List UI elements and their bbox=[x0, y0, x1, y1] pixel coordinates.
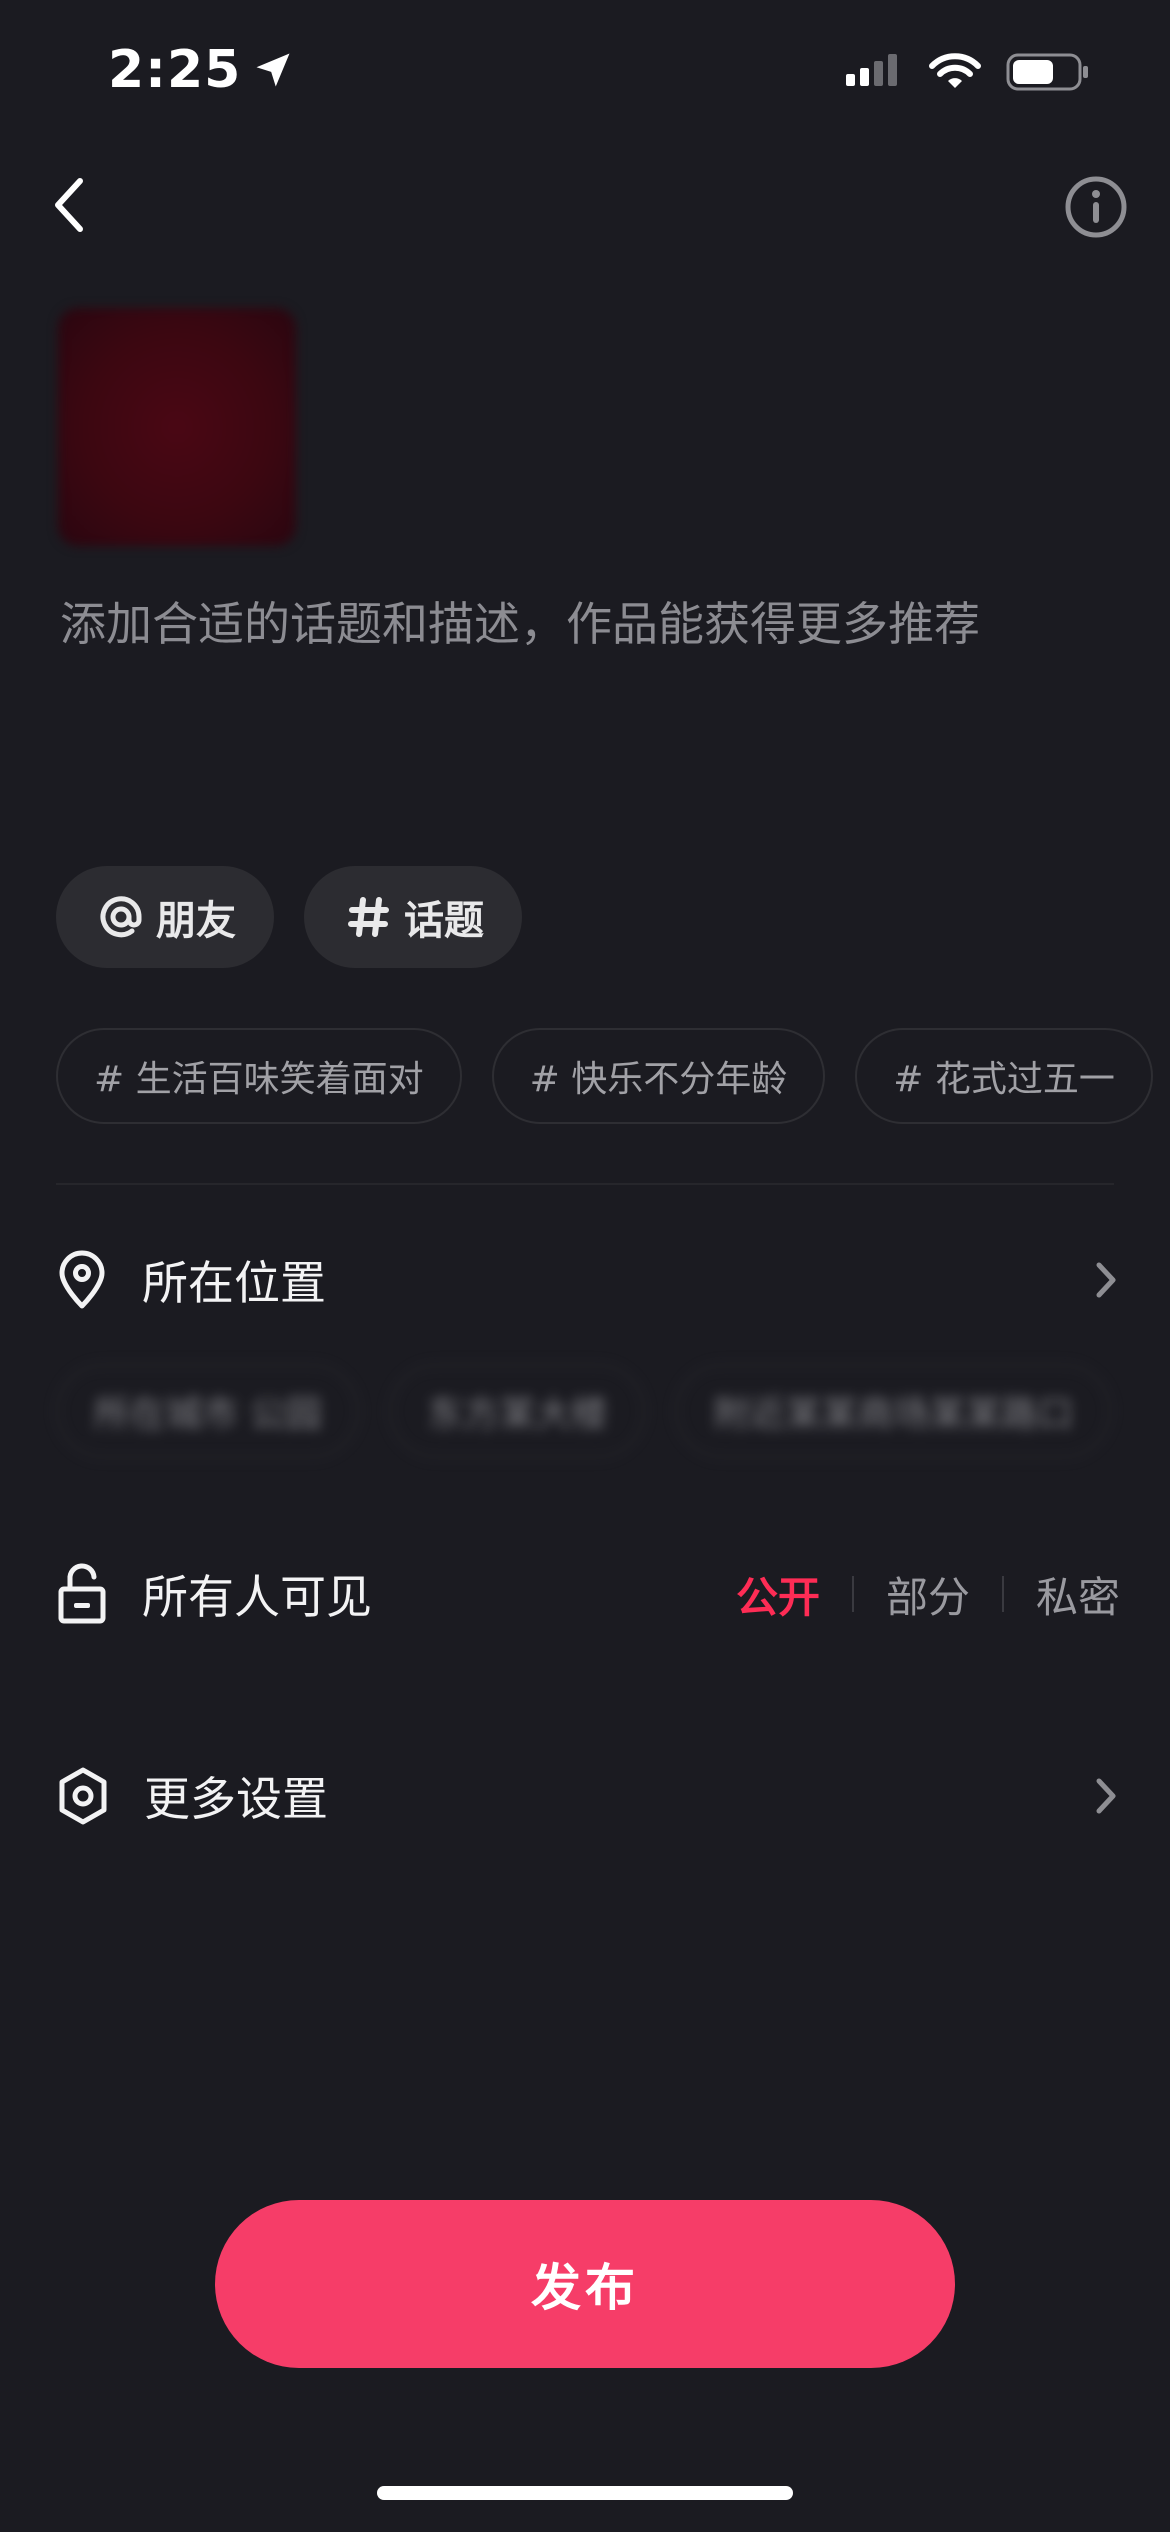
chevron-left-icon bbox=[55, 178, 83, 232]
location-arrow-icon bbox=[256, 53, 290, 87]
chevron-right-icon bbox=[1096, 1262, 1116, 1298]
wifi-icon bbox=[929, 53, 981, 88]
at-icon bbox=[100, 896, 142, 938]
info-icon bbox=[1065, 176, 1127, 238]
option-separator bbox=[1001, 1576, 1004, 1612]
action-chip-row: 朋友 话题 bbox=[56, 866, 522, 968]
location-suggestion-row: 所在城市 公园 东方某大楼 附近某某商场某某路口 bbox=[56, 1364, 1112, 1458]
add-topic-label: 话题 bbox=[404, 898, 484, 944]
location-label: 所在位置 bbox=[142, 1256, 326, 1310]
time-label: 2:25 bbox=[108, 40, 242, 100]
add-topic-button[interactable]: 话题 bbox=[304, 866, 522, 968]
visibility-options: 公开 部分 私密 bbox=[736, 1564, 1120, 1625]
location-suggestion-chip[interactable]: 附近某某商场某某路口 bbox=[675, 1364, 1112, 1458]
visibility-partial-option[interactable]: 部分 bbox=[886, 1564, 970, 1625]
unlock-icon bbox=[58, 1563, 106, 1624]
topic-chip[interactable]: # 花式过五一 bbox=[855, 1028, 1153, 1124]
status-bar-icons bbox=[844, 52, 1090, 92]
suggested-topic-row: # 生活百味笑着面对 # 快乐不分年龄 # 花式过五一 bbox=[56, 1028, 1153, 1124]
publish-button[interactable]: 发布 bbox=[215, 2200, 955, 2368]
visibility-private-option[interactable]: 私密 bbox=[1036, 1564, 1120, 1625]
cellular-signal-icon bbox=[846, 54, 897, 86]
topic-chip[interactable]: # 生活百味笑着面对 bbox=[56, 1028, 462, 1124]
settings-hexagon-icon bbox=[59, 1767, 107, 1825]
description-input[interactable]: 添加合适的话题和描述，作品能获得更多推荐 bbox=[60, 592, 1110, 656]
location-pin-icon bbox=[59, 1250, 105, 1309]
location-suggestion-chip[interactable]: 所在城市 公园 bbox=[56, 1364, 360, 1458]
chevron-right-icon bbox=[1096, 1778, 1116, 1814]
battery-icon bbox=[1006, 53, 1088, 91]
topic-chip[interactable]: # 快乐不分年龄 bbox=[491, 1028, 826, 1124]
back-button[interactable] bbox=[40, 170, 100, 240]
location-row[interactable]: 所在位置 bbox=[56, 1248, 1120, 1312]
more-settings-label: 更多设置 bbox=[144, 1772, 328, 1826]
visibility-public-option[interactable]: 公开 bbox=[736, 1564, 820, 1625]
location-suggestion-chip[interactable]: 东方某大楼 bbox=[389, 1364, 646, 1458]
hashtag-icon bbox=[348, 897, 389, 937]
mention-friends-button[interactable]: 朋友 bbox=[56, 866, 274, 968]
home-indicator bbox=[377, 2486, 793, 2500]
visibility-label: 所有人可见 bbox=[142, 1570, 372, 1624]
more-settings-row[interactable]: 更多设置 bbox=[56, 1764, 1120, 1828]
section-divider bbox=[56, 1183, 1114, 1185]
status-bar-time: 2:25 bbox=[108, 40, 295, 100]
option-separator bbox=[851, 1576, 854, 1612]
cover-thumbnail[interactable] bbox=[58, 308, 296, 546]
visibility-row: 所有人可见 公开 部分 私密 bbox=[56, 1562, 1120, 1626]
info-button[interactable] bbox=[1064, 175, 1128, 239]
mention-friends-label: 朋友 bbox=[156, 898, 236, 944]
